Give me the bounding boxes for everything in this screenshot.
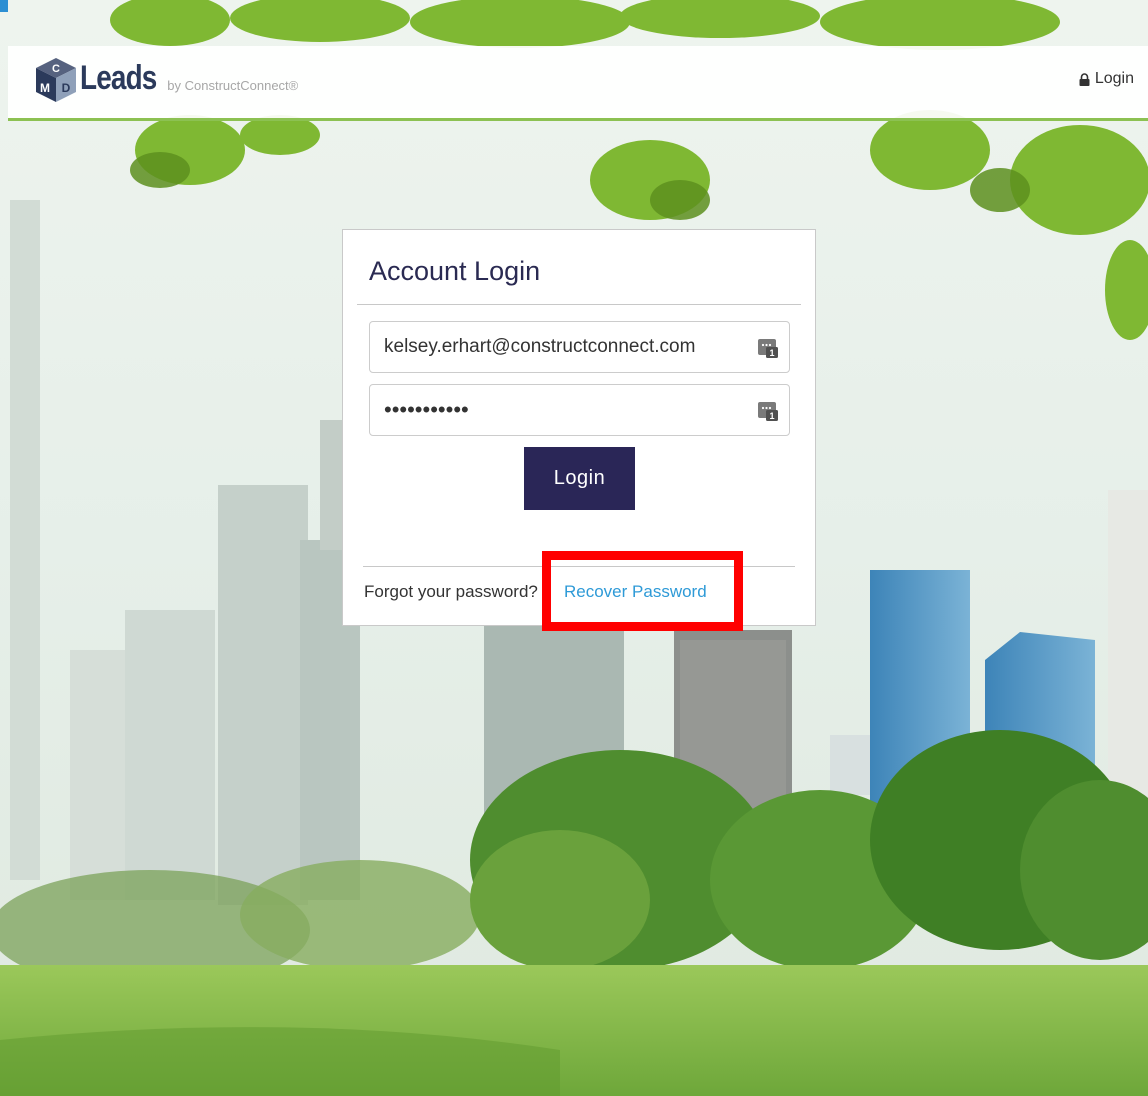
header-login-label: Login (1094, 70, 1134, 87)
card-title: Account Login (369, 256, 541, 286)
footer-divider (363, 566, 795, 567)
svg-text:M: M (40, 81, 50, 95)
svg-text:1: 1 (769, 348, 774, 358)
corner-marker (0, 0, 8, 12)
account-login-card: Account Login 1 1 Login Forgot your pass… (342, 229, 816, 626)
svg-text:D: D (62, 81, 71, 95)
logo-wordmark: Leads (80, 58, 157, 97)
password-input[interactable] (384, 385, 744, 435)
cmd-cube-logo-icon: C M D (36, 58, 76, 102)
svg-text:C: C (52, 63, 60, 75)
lock-icon (1079, 72, 1090, 86)
svg-text:1: 1 (769, 411, 774, 421)
forgot-password-text: Forgot your password? (364, 582, 538, 601)
top-header: C M D Leads by ConstructConnect® Login (8, 46, 1148, 121)
password-field[interactable]: 1 (369, 384, 790, 436)
recover-password-link[interactable]: Recover Password (564, 582, 709, 602)
password-manager-key-icon[interactable]: 1 (757, 400, 779, 422)
email-input[interactable] (384, 322, 744, 372)
email-field[interactable]: 1 (369, 321, 790, 373)
login-submit-button[interactable]: Login (524, 447, 635, 510)
header-login-link[interactable]: Login (1079, 70, 1134, 88)
title-divider (357, 304, 801, 305)
cmd-leads-logo[interactable]: C M D Leads by ConstructConnect® (30, 52, 298, 108)
logo-byline: by ConstructConnect® (167, 77, 299, 93)
password-manager-key-icon[interactable]: 1 (757, 337, 779, 359)
